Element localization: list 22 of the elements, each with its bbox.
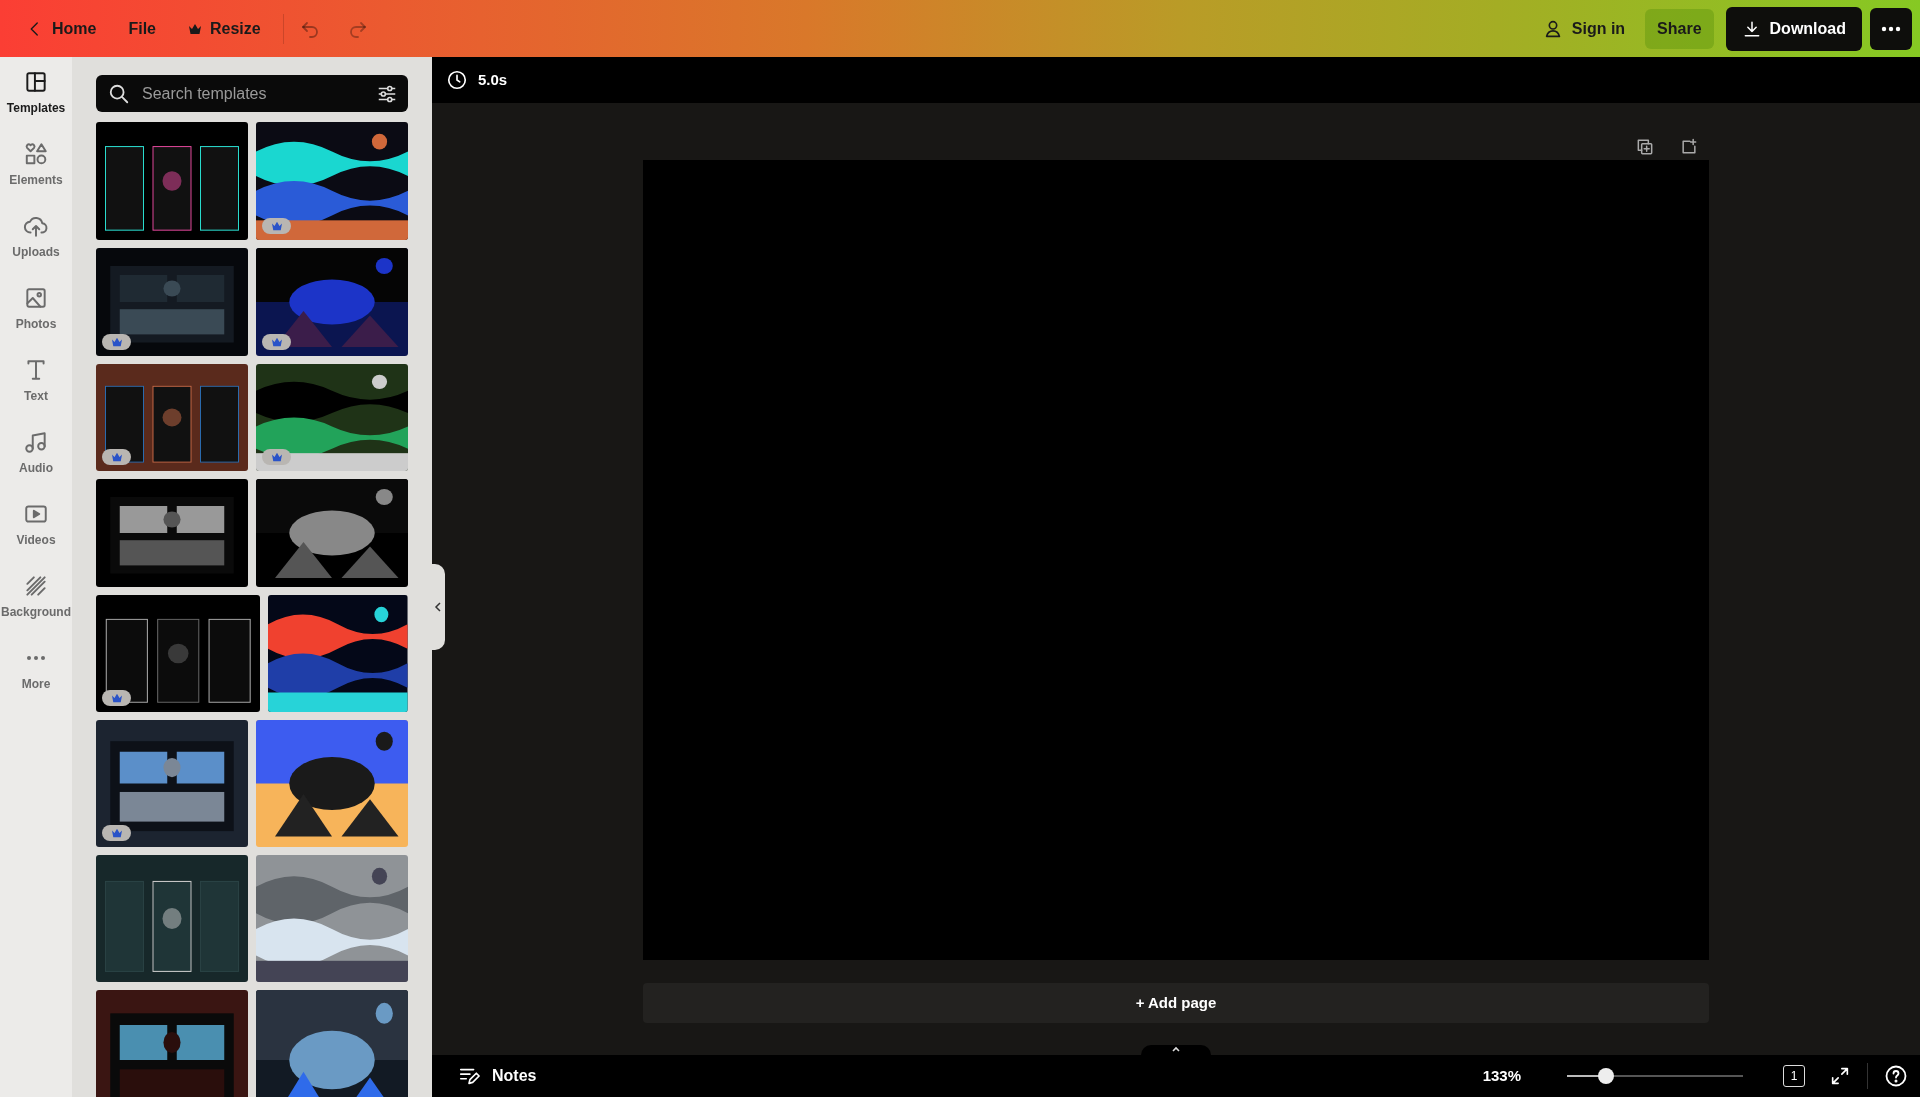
sidebar-tab[interactable]: Background	[0, 561, 72, 633]
sidebar-tab[interactable]: Audio	[0, 417, 72, 489]
file-menu[interactable]: File	[116, 8, 168, 49]
sidebar-tab[interactable]: Templates	[0, 57, 72, 129]
sidebar-tab[interactable]: Text	[0, 345, 72, 417]
resize-button[interactable]: Resize	[176, 8, 273, 49]
sidebar-tab[interactable]: Videos	[0, 489, 72, 561]
sidebar-tab[interactable]: More	[0, 633, 72, 705]
sign-in-button[interactable]: Sign in	[1529, 8, 1638, 49]
zoom-percentage[interactable]: 133%	[1476, 1063, 1527, 1089]
notes-button[interactable]: Notes	[458, 1064, 537, 1088]
sidebar-tab[interactable]: Uploads	[0, 201, 72, 273]
search-field[interactable]: Search templates	[96, 75, 408, 112]
download-button[interactable]: Download	[1725, 6, 1862, 51]
home-button[interactable]: Home	[14, 8, 109, 49]
sidebar-tab[interactable]: Photos	[0, 273, 72, 345]
page-count[interactable]: 1	[1783, 1065, 1805, 1087]
add-page-button[interactable]: + Add page	[643, 983, 1709, 1023]
sidebar-tab[interactable]: Elements	[0, 129, 72, 201]
share-button[interactable]: Share	[1645, 8, 1714, 49]
search-input[interactable]: Search templates	[140, 80, 366, 107]
duration-label[interactable]: 5.0s	[478, 68, 508, 92]
